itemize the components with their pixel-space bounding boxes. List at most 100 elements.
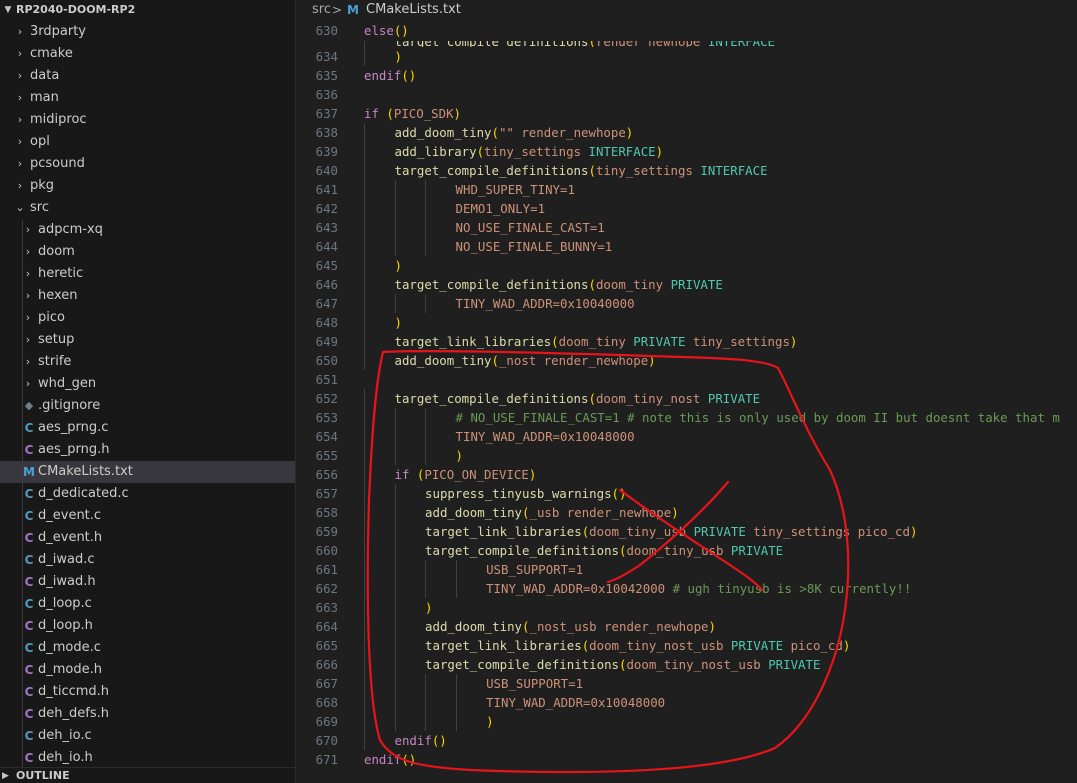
outline-section-header[interactable]: ▶ OUTLINE — [0, 767, 295, 783]
sidebar-item-d-loop-h[interactable]: Cd_loop.h — [0, 615, 295, 637]
sidebar-item-opl[interactable]: › opl — [0, 131, 295, 153]
sidebar-item-d-ticcmd-h[interactable]: Cd_ticcmd.h — [0, 681, 295, 703]
code-token: ) — [909, 524, 918, 539]
code-line[interactable]: 668 TINY_WAD_ADDR=0x10048000 — [296, 693, 1077, 712]
cmake-file-icon: M — [347, 3, 359, 17]
code-line[interactable]: 670 endif() — [296, 731, 1077, 750]
code-line[interactable]: 660 target_compile_definitions(doom_tiny_… — [296, 541, 1077, 560]
code-line[interactable]: 654 TINY_WAD_ADDR=0x10048000 — [296, 427, 1077, 446]
code-line[interactable]: 640 target_compile_definitions(tiny_setti… — [296, 161, 1077, 180]
breadcrumb-folder[interactable]: src — [312, 0, 331, 20]
sidebar-item-label: d_iwad.c — [38, 552, 95, 567]
sidebar-item-deh-io-c[interactable]: Cdeh_io.c — [0, 725, 295, 747]
code-line[interactable]: 630 else() — [296, 21, 1077, 41]
sidebar-item-cmake[interactable]: › cmake — [0, 43, 295, 65]
indent-guide — [364, 218, 365, 237]
sidebar-item-d-mode-h[interactable]: Cd_mode.h — [0, 659, 295, 681]
code-text: target_compile_definitions(doom_tiny_nos… — [425, 655, 820, 674]
code-line[interactable]: 641 WHD_SUPER_TINY=1 — [296, 180, 1077, 199]
code-line[interactable]: 638 add_doom_tiny("" render_newhope) — [296, 123, 1077, 142]
code-line[interactable]: 650 add_doom_tiny(_nost render_newhope) — [296, 351, 1077, 370]
sidebar-item-whd-gen[interactable]: › whd_gen — [0, 373, 295, 395]
sidebar-item-src[interactable]: ⌄ src — [0, 197, 295, 219]
sidebar-item-3rdparty[interactable]: › 3rdparty — [0, 21, 295, 43]
sidebar-item-deh-defs-h[interactable]: Cdeh_defs.h — [0, 703, 295, 725]
sidebar-item-d-iwad-c[interactable]: Cd_iwad.c — [0, 549, 295, 571]
sidebar-item-data[interactable]: › data — [0, 65, 295, 87]
sidebar-item-d-mode-c[interactable]: Cd_mode.c — [0, 637, 295, 659]
code-token: doom_tiny_usb — [626, 543, 731, 558]
code-text: target_compile_definitions(doom_tiny PRI… — [395, 275, 723, 294]
breadcrumb-file[interactable]: CMakeLists.txt — [366, 0, 461, 20]
sidebar-item-midiproc[interactable]: › midiproc — [0, 109, 295, 131]
code-line[interactable]: 634) — [296, 47, 1077, 66]
code-line[interactable]: 639 add_library(tiny_settings INTERFACE) — [296, 142, 1077, 161]
code-token: ( — [588, 163, 596, 178]
sidebar-item-d-event-h[interactable]: Cd_event.h — [0, 527, 295, 549]
code-line[interactable]: 653 # NO_USE_FINALE_CAST=1 # note this is… — [296, 408, 1077, 427]
explorer-project-header[interactable]: ▼ RP2040-DOOM-RP2 — [0, 0, 295, 20]
sidebar-item-d-event-c[interactable]: Cd_event.c — [0, 505, 295, 527]
code-line[interactable]: 642 DEMO1_ONLY=1 — [296, 199, 1077, 218]
line-number: 640 — [315, 163, 338, 178]
sidebar-item-d-iwad-h[interactable]: Cd_iwad.h — [0, 571, 295, 593]
chevron-right-icon: › — [17, 47, 23, 60]
code-line[interactable]: 661 USB_SUPPORT=1 — [296, 560, 1077, 579]
code-line[interactable]: 636 — [296, 85, 1077, 104]
code-line[interactable]: 657 suppress_tinyusb_warnings() — [296, 484, 1077, 503]
code-text: add_doom_tiny(_nost_usb render_newhope) — [425, 617, 716, 636]
code-text: if (PICO_SDK) — [364, 104, 461, 123]
sidebar-item-strife[interactable]: › strife — [0, 351, 295, 373]
line-number: 630 — [315, 23, 338, 38]
sidebar-item-aes-prng-c[interactable]: Caes_prng.c — [0, 417, 295, 439]
code-line[interactable]: 664 add_doom_tiny(_nost_usb render_newhop… — [296, 617, 1077, 636]
sidebar-item-cmakelists-txt[interactable]: M CMakeLists.txt — [0, 461, 295, 483]
code-token: ) — [789, 334, 798, 349]
code-line[interactable]: 649 target_link_libraries(doom_tiny PRIVA… — [296, 332, 1077, 351]
sidebar-item-doom[interactable]: › doom — [0, 241, 295, 263]
code-line[interactable]: 656 if (PICO_ON_DEVICE) — [296, 465, 1077, 484]
code-line[interactable]: 644 NO_USE_FINALE_BUNNY=1 — [296, 237, 1077, 256]
sidebar-item-hexen[interactable]: › hexen — [0, 285, 295, 307]
code-line[interactable]: 637 if (PICO_SDK) — [296, 104, 1077, 123]
sidebar-item-heretic[interactable]: › heretic — [0, 263, 295, 285]
code-line[interactable]: 671 endif() — [296, 750, 1077, 769]
code-line[interactable]: 643 NO_USE_FINALE_CAST=1 — [296, 218, 1077, 237]
code-line[interactable]: 645) — [296, 256, 1077, 275]
sidebar-item-d-dedicated-c[interactable]: Cd_dedicated.c — [0, 483, 295, 505]
sidebar-item-deh-io-h[interactable]: Cdeh_io.h — [0, 747, 295, 769]
sidebar-item-man[interactable]: › man — [0, 87, 295, 109]
code-line[interactable]: 655) — [296, 446, 1077, 465]
code-line[interactable]: 647 TINY_WAD_ADDR=0x10040000 — [296, 294, 1077, 313]
line-number: 648 — [315, 315, 338, 330]
sidebar-item-aes-prng-h[interactable]: Caes_prng.h — [0, 439, 295, 461]
indent-guide — [364, 579, 365, 598]
code-token: _nost render_newhope — [498, 353, 649, 368]
sidebar-item-gitignore[interactable]: ◆ .gitignore — [0, 395, 295, 417]
sidebar-item-pkg[interactable]: › pkg — [0, 175, 295, 197]
code-editor[interactable]: src > M CMakeLists.txt 630else()target_c… — [296, 0, 1077, 783]
code-line[interactable]: 646 target_compile_definitions(doom_tiny … — [296, 275, 1077, 294]
code-token: target_compile_definitions — [394, 163, 589, 178]
code-line[interactable]: 659 target_link_libraries(doom_tiny_usb P… — [296, 522, 1077, 541]
code-line[interactable]: 667 USB_SUPPORT=1 — [296, 674, 1077, 693]
sidebar-item-setup[interactable]: › setup — [0, 329, 295, 351]
code-line[interactable]: 635 endif() — [296, 66, 1077, 85]
code-line[interactable]: 658 add_doom_tiny(_usb render_newhope) — [296, 503, 1077, 522]
code-line[interactable]: 651 — [296, 370, 1077, 389]
sidebar-item-adpcm-xq[interactable]: › adpcm-xq — [0, 219, 295, 241]
code-token: tiny_settings — [595, 163, 701, 178]
code-token: DEMO1_ONLY=1 — [455, 201, 546, 216]
indent-guide — [364, 123, 365, 142]
code-line[interactable]: 666 target_compile_definitions(doom_tiny_… — [296, 655, 1077, 674]
sidebar-item-d-loop-c[interactable]: Cd_loop.c — [0, 593, 295, 615]
code-line[interactable]: 662 TINY_WAD_ADDR=0x10042000 # ugh tinyus… — [296, 579, 1077, 598]
code-line[interactable]: 665 target_link_libraries(doom_tiny_nost_… — [296, 636, 1077, 655]
code-line[interactable]: 648) — [296, 313, 1077, 332]
sidebar-item-label: setup — [38, 332, 75, 347]
code-line[interactable]: 652 target_compile_definitions(doom_tiny_… — [296, 389, 1077, 408]
code-line[interactable]: 663) — [296, 598, 1077, 617]
sidebar-item-pico[interactable]: › pico — [0, 307, 295, 329]
sidebar-item-pcsound[interactable]: › pcsound — [0, 153, 295, 175]
code-line[interactable]: 669) — [296, 712, 1077, 731]
